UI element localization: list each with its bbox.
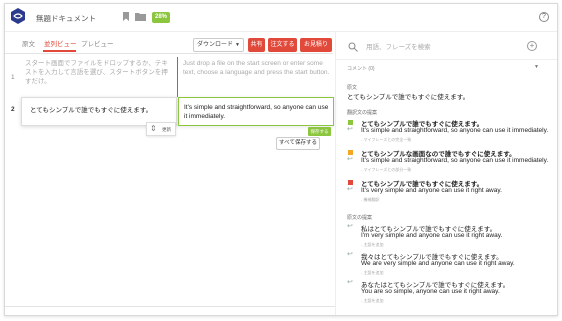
search-icon	[348, 42, 358, 52]
app-window: 無題ドキュメント 28% ? 原文 並列ビュー プレビュー ダウンロード ▼ 共…	[4, 3, 558, 316]
row-number: 1	[11, 74, 15, 81]
help-icon[interactable]: ?	[539, 12, 549, 22]
suggestion-note: - マイフレーズとの部分一致	[361, 167, 412, 172]
insert-arrow-icon[interactable]: ↩	[347, 250, 353, 258]
add-icon[interactable]: +	[527, 41, 537, 51]
insert-arrow-icon[interactable]: ↩	[347, 222, 353, 230]
insert-arrow-icon[interactable]: ↩	[347, 278, 353, 286]
tab-source[interactable]: 原文	[22, 38, 35, 48]
active-tab-indicator	[43, 50, 76, 52]
download-select-value: ダウンロード	[197, 42, 234, 48]
suggestion-target[interactable]: It's simple and straightforward, so anyo…	[361, 127, 548, 134]
chevron-down-icon[interactable]: ▼	[534, 64, 539, 70]
alt-note: - 主語を追加	[361, 298, 384, 303]
target-segment-editor[interactable]: It's simple and straightforward, so anyo…	[178, 97, 334, 126]
target-placeholder-text[interactable]: Just drop a file on the start screen or …	[183, 59, 331, 77]
quote-button[interactable]: お見積り	[300, 38, 332, 52]
column-divider	[177, 57, 178, 97]
translator-logo-icon[interactable]	[9, 7, 27, 25]
download-select[interactable]: ダウンロード ▼	[193, 38, 244, 52]
chevron-down-icon: ▼	[235, 42, 240, 48]
update-label: 更新	[162, 127, 171, 132]
progress-badge: 28%	[152, 12, 170, 23]
comments-count: (0)	[368, 66, 375, 72]
toolbar-divider	[5, 53, 333, 54]
insert-arrow-icon[interactable]: ↩	[347, 155, 353, 163]
suggestion-note: - マイフレーズとの完全一致	[361, 137, 412, 142]
original-text: とてもシンプルで誰でもすぐに使えます。	[347, 94, 470, 101]
alt-target[interactable]: We are very simple and anyone can use it…	[361, 260, 515, 267]
comments-label[interactable]: コメント (0)	[347, 65, 375, 72]
comments-label-text: コメント	[347, 66, 368, 72]
swap-arrows-icon: ⇕	[150, 124, 157, 133]
alt-target[interactable]: You are so simple, anyone can use it rig…	[361, 288, 500, 295]
insert-arrow-icon[interactable]: ↩	[347, 185, 353, 193]
alt-source-heading: 原文の提案	[347, 215, 373, 221]
right-panel: + コメント (0) ▼ 原文 とてもシンプルで誰でもすぐに使えます。 翻訳文の…	[335, 32, 557, 315]
target-segment-text[interactable]: It's simple and straightforward, so anyo…	[184, 103, 329, 121]
alt-note: - 主語を追加	[361, 242, 384, 247]
tab-parallel-view[interactable]: 並列ビュー	[44, 38, 77, 48]
share-button[interactable]: 共有	[248, 38, 265, 52]
top-bar: 無題ドキュメント 28% ?	[5, 4, 557, 32]
alt-note: - 主語を追加	[361, 270, 384, 275]
search-divider	[336, 59, 557, 60]
save-all-button[interactable]: すべて保存する	[276, 137, 320, 150]
editor-bottom-divider	[5, 306, 335, 307]
update-button[interactable]: ⇕ 更新	[146, 122, 176, 136]
suggestions-heading: 翻訳文の提案	[347, 110, 378, 116]
insert-arrow-icon[interactable]: ↩	[347, 125, 353, 133]
save-segment-button[interactable]: 保存する	[308, 127, 331, 136]
order-button[interactable]: 注文する	[268, 38, 297, 52]
document-title[interactable]: 無題ドキュメント	[36, 13, 96, 24]
source-placeholder-text[interactable]: スタート画面でファイルをドロップするか、テキストを入力して言語を選び、スタートボ…	[25, 59, 173, 86]
suggestion-target[interactable]: It's simple and straightforward, so anyo…	[361, 157, 548, 164]
bookmark-icon[interactable]	[123, 12, 129, 21]
tab-preview[interactable]: プレビュー	[81, 38, 114, 48]
source-segment-text[interactable]: とてもシンプルで誰でもすぐに使えます。	[30, 104, 152, 114]
term-search-input[interactable]	[366, 40, 516, 54]
original-heading: 原文	[347, 85, 358, 91]
suggestion-target[interactable]: It's very simple and anyone can use it r…	[361, 187, 502, 194]
row-number: 2	[11, 106, 15, 113]
alt-target[interactable]: I'm very simple and anyone can use it ri…	[361, 232, 502, 239]
folder-icon[interactable]	[135, 12, 146, 21]
suggestion-note: - 機械翻訳	[361, 197, 380, 202]
